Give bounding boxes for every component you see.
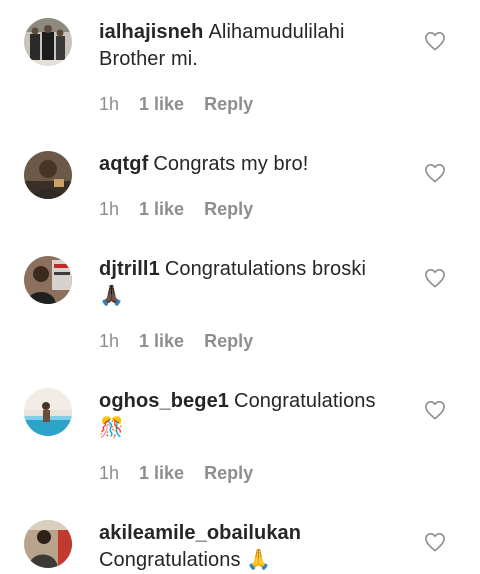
heart-icon[interactable] (424, 268, 446, 288)
comment-likes[interactable]: 1 like (139, 94, 184, 114)
comment-username[interactable]: ialhajisneh (99, 21, 203, 43)
reply-button[interactable]: Reply (204, 331, 253, 351)
comment-text: Congratulations (99, 549, 241, 571)
heart-icon[interactable] (424, 532, 446, 552)
comment-body: oghos_bege1 Congratulations 🎊 (99, 388, 399, 442)
avatar[interactable] (24, 18, 72, 66)
comment-username[interactable]: akileamile_obailukan (99, 522, 301, 544)
comment-meta: 1h 1 like Reply (99, 199, 273, 220)
comment-username[interactable]: aqtgf (99, 153, 148, 175)
comment-likes[interactable]: 1 like (139, 199, 184, 219)
comment-time: 1h (99, 331, 120, 351)
comment-body: akileamile_obailukan Congratulations 🙏 (99, 520, 399, 574)
comment-time: 1h (99, 199, 120, 219)
avatar[interactable] (24, 256, 72, 304)
comment-text: Congrats my bro! (153, 153, 309, 175)
comment-text: Congratulations (234, 390, 376, 412)
comment-body: ialhajisneh Alihamudulilahi Brother mi. (99, 19, 399, 73)
comment-body: djtrill1 Congratulations broski 🙏🏿 (99, 256, 399, 310)
comment-meta: 1h 1 like Reply (99, 94, 273, 115)
comment-emoji: 🙏 (246, 549, 272, 571)
comment-text: Congratulations broski (164, 258, 367, 280)
comment-username[interactable]: djtrill1 (99, 258, 160, 280)
comment-likes[interactable]: 1 like (139, 331, 184, 351)
reply-button[interactable]: Reply (204, 94, 253, 114)
reply-button[interactable]: Reply (204, 463, 253, 483)
comment-meta: 1h 1 like Reply (99, 331, 273, 352)
reply-button[interactable]: Reply (204, 199, 253, 219)
comment-meta: 1h 1 like Reply (99, 463, 273, 484)
comment-body: aqtgf Congrats my bro! (99, 151, 399, 178)
heart-icon[interactable] (424, 31, 446, 51)
avatar[interactable] (24, 520, 72, 568)
avatar[interactable] (24, 388, 72, 436)
comment-time: 1h (99, 94, 120, 114)
heart-icon[interactable] (424, 400, 446, 420)
comment-time: 1h (99, 463, 120, 483)
heart-icon[interactable] (424, 163, 446, 183)
comment-likes[interactable]: 1 like (139, 463, 184, 483)
comment-emoji: 🙏🏿 (99, 285, 125, 307)
avatar[interactable] (24, 151, 72, 199)
comment-emoji: 🎊 (99, 417, 125, 439)
comment-username[interactable]: oghos_bege1 (99, 390, 229, 412)
